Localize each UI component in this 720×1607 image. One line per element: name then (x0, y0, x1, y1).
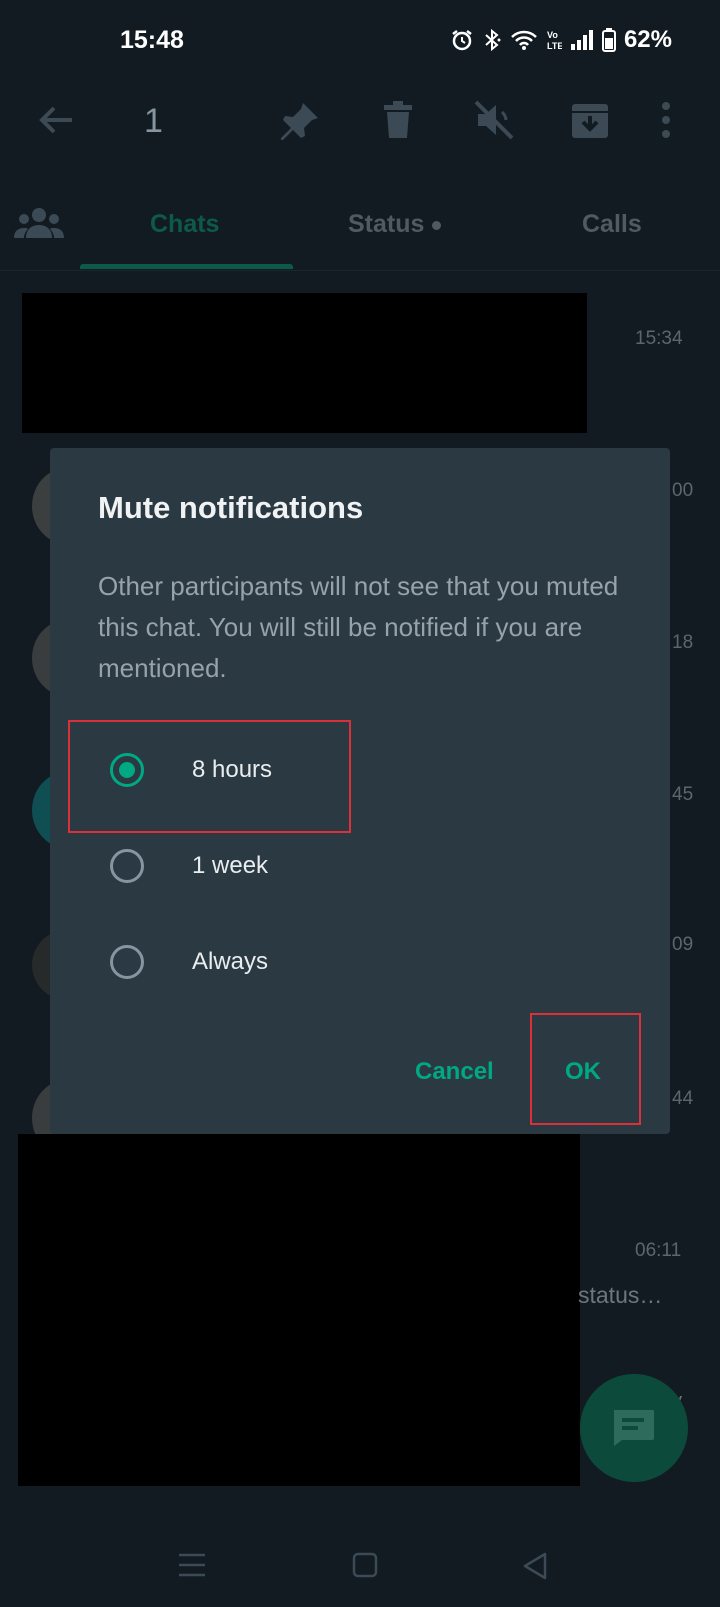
radio-unselected-icon[interactable] (110, 945, 144, 979)
battery-icon (601, 28, 616, 52)
redacted-chat-row (22, 293, 587, 433)
status-icons: Vo LTE 62% (450, 26, 672, 54)
more-options-icon[interactable] (656, 98, 676, 142)
recent-apps-icon[interactable] (178, 1552, 206, 1578)
dialog-description: Other participants will not see that you… (98, 571, 619, 683)
highlight-box (530, 1013, 641, 1125)
selected-count: 1 (144, 102, 163, 140)
chat-time: 15:34 (635, 328, 683, 349)
tab-calls[interactable]: Calls (582, 210, 642, 239)
alarm-icon (452, 30, 472, 51)
redacted-chat-rows (18, 1134, 580, 1486)
communities-icon[interactable] (14, 206, 64, 242)
chat-time: 18 (672, 632, 694, 653)
pin-icon[interactable] (280, 98, 324, 142)
signal-icon (570, 30, 593, 50)
system-nav-bar (0, 1530, 720, 1607)
radio-unselected-icon[interactable] (110, 849, 144, 883)
home-icon[interactable] (352, 1552, 378, 1578)
svg-text:Vo: Vo (547, 30, 558, 40)
back-icon[interactable] (522, 1552, 548, 1580)
status-time: 15:48 (120, 26, 184, 54)
chat-time: 06:11 (635, 1240, 682, 1261)
option-label: Always (192, 948, 269, 975)
chat-time: 44 (672, 1088, 694, 1109)
archive-icon[interactable] (568, 98, 612, 142)
chat-time: 09 (672, 934, 694, 955)
volte-icon: VoLTE (547, 30, 562, 51)
chat-time: 00 (672, 480, 694, 501)
tab-status[interactable]: Status (348, 210, 442, 239)
status-update-dot (432, 220, 442, 230)
delete-icon[interactable] (376, 98, 420, 142)
option-1-week[interactable]: 1 week (110, 826, 430, 906)
battery-percent: 62% (623, 26, 672, 53)
svg-text:LTE: LTE (547, 41, 562, 51)
tab-status-label: Status (348, 210, 425, 238)
highlight-box (68, 720, 351, 833)
selection-toolbar: 1 (0, 80, 720, 180)
chat-time: 45 (672, 784, 694, 805)
status-bar: 15:48 Vo LTE 62% (0, 0, 720, 80)
wifi-icon (511, 30, 537, 50)
back-arrow-icon[interactable] (36, 100, 76, 140)
tab-bar: Chats Status Calls (0, 180, 720, 271)
cancel-button[interactable]: Cancel (415, 1058, 494, 1086)
active-tab-indicator (80, 264, 293, 269)
mute-icon[interactable] (472, 98, 516, 142)
new-chat-button[interactable] (580, 1374, 688, 1482)
option-label: 1 week (192, 852, 269, 879)
bluetooth-icon (485, 28, 501, 52)
tab-chats[interactable]: Chats (150, 210, 219, 239)
chat-preview: status… (578, 1282, 663, 1308)
new-chat-icon (614, 1410, 654, 1446)
option-always[interactable]: Always (110, 922, 430, 1002)
dialog-title: Mute notifications (98, 490, 364, 525)
